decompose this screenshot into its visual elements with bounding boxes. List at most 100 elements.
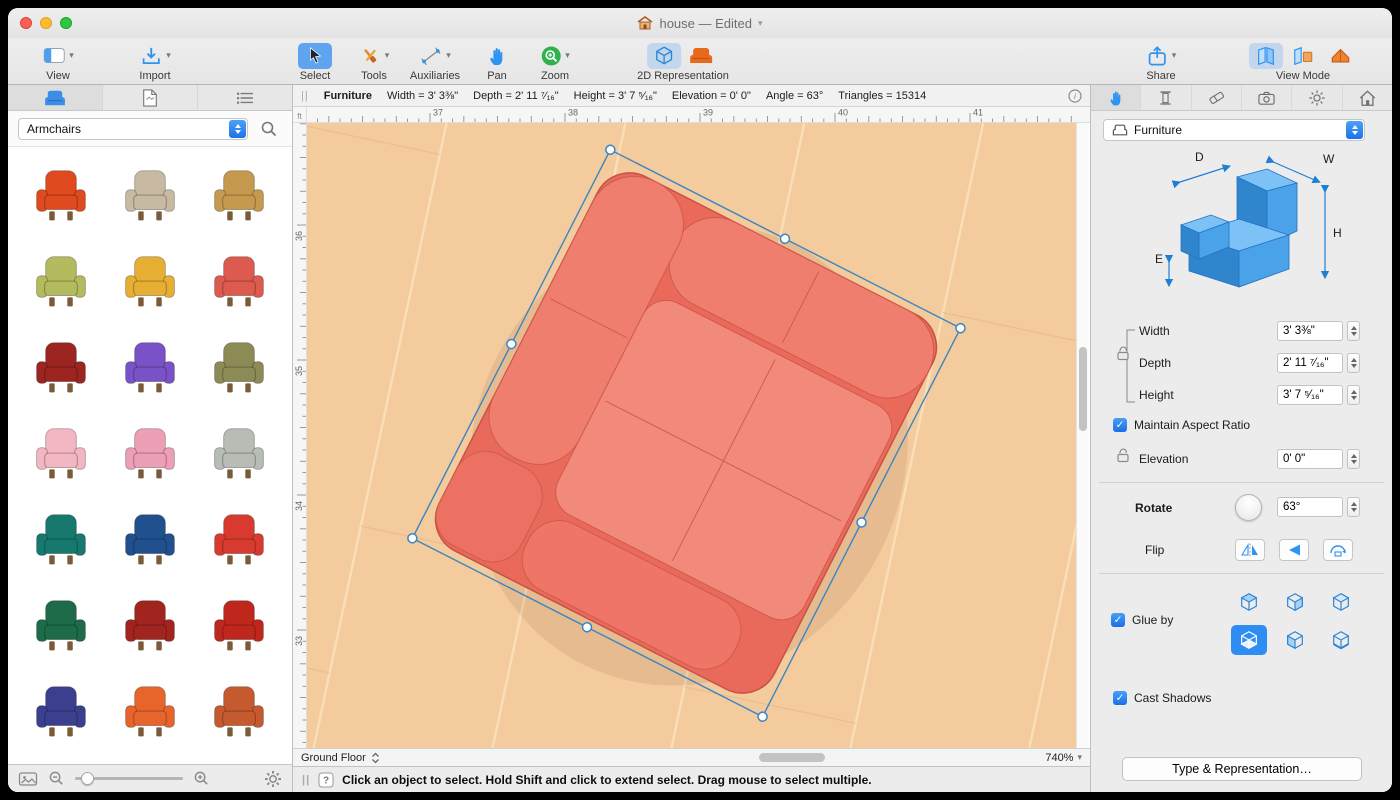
library-item-gray-tufted[interactable]	[195, 411, 284, 497]
view-mode-3d-button[interactable]	[1323, 43, 1357, 69]
category-select[interactable]: Armchairs	[18, 118, 248, 140]
minimize-window-button[interactable]	[40, 17, 52, 29]
toolbar-view-button[interactable]: ▾ View	[42, 42, 74, 82]
glue-face-floor-button[interactable]	[1231, 625, 1267, 655]
library-item-red-arm[interactable]	[195, 583, 284, 669]
library-item-rust[interactable]	[195, 669, 284, 755]
height-stepper[interactable]	[1347, 385, 1360, 405]
elevation-lock-icon[interactable]	[1115, 447, 1131, 463]
library-item-pink-wing[interactable]	[105, 411, 194, 497]
library-item-teal-club[interactable]	[16, 497, 105, 583]
maintain-aspect-checkbox[interactable]: ✓	[1113, 418, 1127, 432]
toolbar-share-button[interactable]: ▾ Share	[1146, 42, 1177, 82]
glue-face-right-button[interactable]	[1277, 587, 1313, 617]
elevation-stepper[interactable]	[1347, 449, 1360, 469]
view-mode-split-button[interactable]	[1286, 43, 1320, 69]
depth-field[interactable]: 2' 11 ⁷⁄₁₆"	[1277, 353, 1343, 373]
toolbar-import-button[interactable]: ▾ Import	[139, 42, 171, 82]
width-field[interactable]: 3' 3⅜"	[1277, 321, 1343, 341]
library-item-beige-plush[interactable]	[105, 153, 194, 239]
view-mode-2d-button[interactable]	[1249, 43, 1283, 69]
inspector-tab-structure[interactable]	[1141, 85, 1191, 110]
rotate-stepper[interactable]	[1347, 497, 1360, 517]
svg-text:40: 40	[838, 108, 848, 118]
thumbnail-size-slider[interactable]	[75, 777, 183, 780]
library-item-gold-modern[interactable]	[105, 239, 194, 325]
inspector-tab-camera[interactable]	[1242, 85, 1292, 110]
library-item-green-midcentury[interactable]	[16, 239, 105, 325]
info-icon[interactable]: i	[1068, 89, 1082, 103]
rotate-field[interactable]: 63°	[1277, 497, 1343, 517]
library-item-maroon[interactable]	[105, 583, 194, 669]
zoom-out-icon[interactable]	[48, 770, 65, 787]
cast-shadows-checkbox[interactable]: ✓	[1113, 691, 1127, 705]
depth-stepper[interactable]	[1347, 353, 1360, 373]
toolbar-auxiliaries-label: Auxiliaries	[410, 70, 460, 82]
library-item-darkred-cube[interactable]	[16, 325, 105, 411]
library-item-red-modern[interactable]	[195, 497, 284, 583]
glue-by-checkbox[interactable]: ✓	[1111, 613, 1125, 627]
library-item-olive-wood[interactable]	[195, 325, 284, 411]
glue-face-bottom-button[interactable]	[1323, 625, 1359, 655]
rotate-row: Rotate	[1135, 497, 1172, 519]
titlebar: house — Edited ▾	[8, 8, 1392, 38]
glue-face-back-button[interactable]	[1323, 587, 1359, 617]
drag-grip-icon[interactable]: ||	[302, 774, 310, 786]
floor-plan-canvas[interactable]	[307, 123, 1076, 748]
library-item-green-pod[interactable]	[16, 583, 105, 669]
inspector-tab-eraser[interactable]	[1192, 85, 1242, 110]
glue-face-left-button[interactable]	[1277, 625, 1313, 655]
library-item-wicker[interactable]	[195, 153, 284, 239]
toolbar-auxiliaries-button[interactable]: ▾ Auxiliaries	[410, 42, 460, 82]
representation-sofa-button[interactable]	[684, 43, 718, 69]
vertical-scroll-thumb[interactable]	[1079, 347, 1087, 431]
window-title[interactable]: house — Edited ▾	[637, 16, 762, 31]
canvas-vertical-scrollbar[interactable]	[1076, 123, 1089, 748]
library-item-navy-tub[interactable]	[105, 497, 194, 583]
library-item-orange-sculpt[interactable]	[16, 153, 105, 239]
toolbar-select-button[interactable]: Select	[298, 42, 332, 82]
library-item-coral-striped[interactable]	[195, 239, 284, 325]
library-tab-materials[interactable]	[103, 85, 198, 110]
depth-lock-icon[interactable]	[1115, 345, 1131, 361]
height-field[interactable]: 3' 7 ⁵⁄₁₆"	[1277, 385, 1343, 405]
floor-selector-stepper-icon[interactable]	[371, 752, 380, 764]
close-window-button[interactable]	[20, 17, 32, 29]
rotate-knob[interactable]	[1235, 494, 1262, 521]
inspector-tab-light[interactable]	[1292, 85, 1342, 110]
inspector-tab-object[interactable]	[1091, 85, 1141, 110]
zoom-level-select[interactable]: 740% ▾	[1045, 752, 1082, 764]
toolbar-pan-button[interactable]: Pan	[486, 42, 508, 82]
glue-face-top-button[interactable]	[1231, 587, 1267, 617]
svg-text:38: 38	[568, 108, 578, 118]
diagram-label-w: W	[1323, 152, 1335, 166]
preview-image-icon[interactable]	[18, 770, 38, 788]
library-tab-list[interactable]	[198, 85, 292, 110]
toolbar-zoom-button[interactable]: ▾ Zoom	[540, 42, 570, 82]
zoom-in-icon[interactable]	[193, 770, 210, 787]
library-search-button[interactable]	[256, 117, 282, 141]
library-item-orange-swivel[interactable]	[105, 669, 194, 755]
type-representation-button[interactable]: Type & Representation…	[1122, 757, 1362, 781]
width-stepper[interactable]	[1347, 321, 1360, 341]
gear-icon[interactable]	[264, 770, 282, 788]
inspector-category-select[interactable]: Furniture	[1103, 119, 1365, 141]
flip-horizontal-button[interactable]	[1235, 539, 1265, 561]
library-item-pink-metal[interactable]	[16, 411, 105, 497]
drag-grip-icon[interactable]: ||	[301, 90, 309, 102]
svg-text:41: 41	[973, 108, 983, 118]
maintain-aspect-label: Maintain Aspect Ratio	[1134, 418, 1250, 432]
representation-wireframe-button[interactable]	[647, 43, 681, 69]
slider-knob[interactable]	[81, 772, 94, 785]
library-item-purple[interactable]	[105, 325, 194, 411]
horizontal-scroll-thumb[interactable]	[759, 753, 825, 762]
toolbar-tools-button[interactable]: ▾ Tools	[359, 42, 390, 82]
library-tab-furniture[interactable]	[8, 85, 103, 110]
flip-left-button[interactable]	[1279, 539, 1309, 561]
library-item-indigo-swivel[interactable]	[16, 669, 105, 755]
elevation-field[interactable]: 0' 0"	[1277, 449, 1343, 469]
flip-3d-button[interactable]	[1323, 539, 1353, 561]
fullscreen-window-button[interactable]	[60, 17, 72, 29]
floor-selector[interactable]: Ground Floor	[301, 752, 366, 764]
inspector-tab-building[interactable]	[1343, 85, 1392, 110]
